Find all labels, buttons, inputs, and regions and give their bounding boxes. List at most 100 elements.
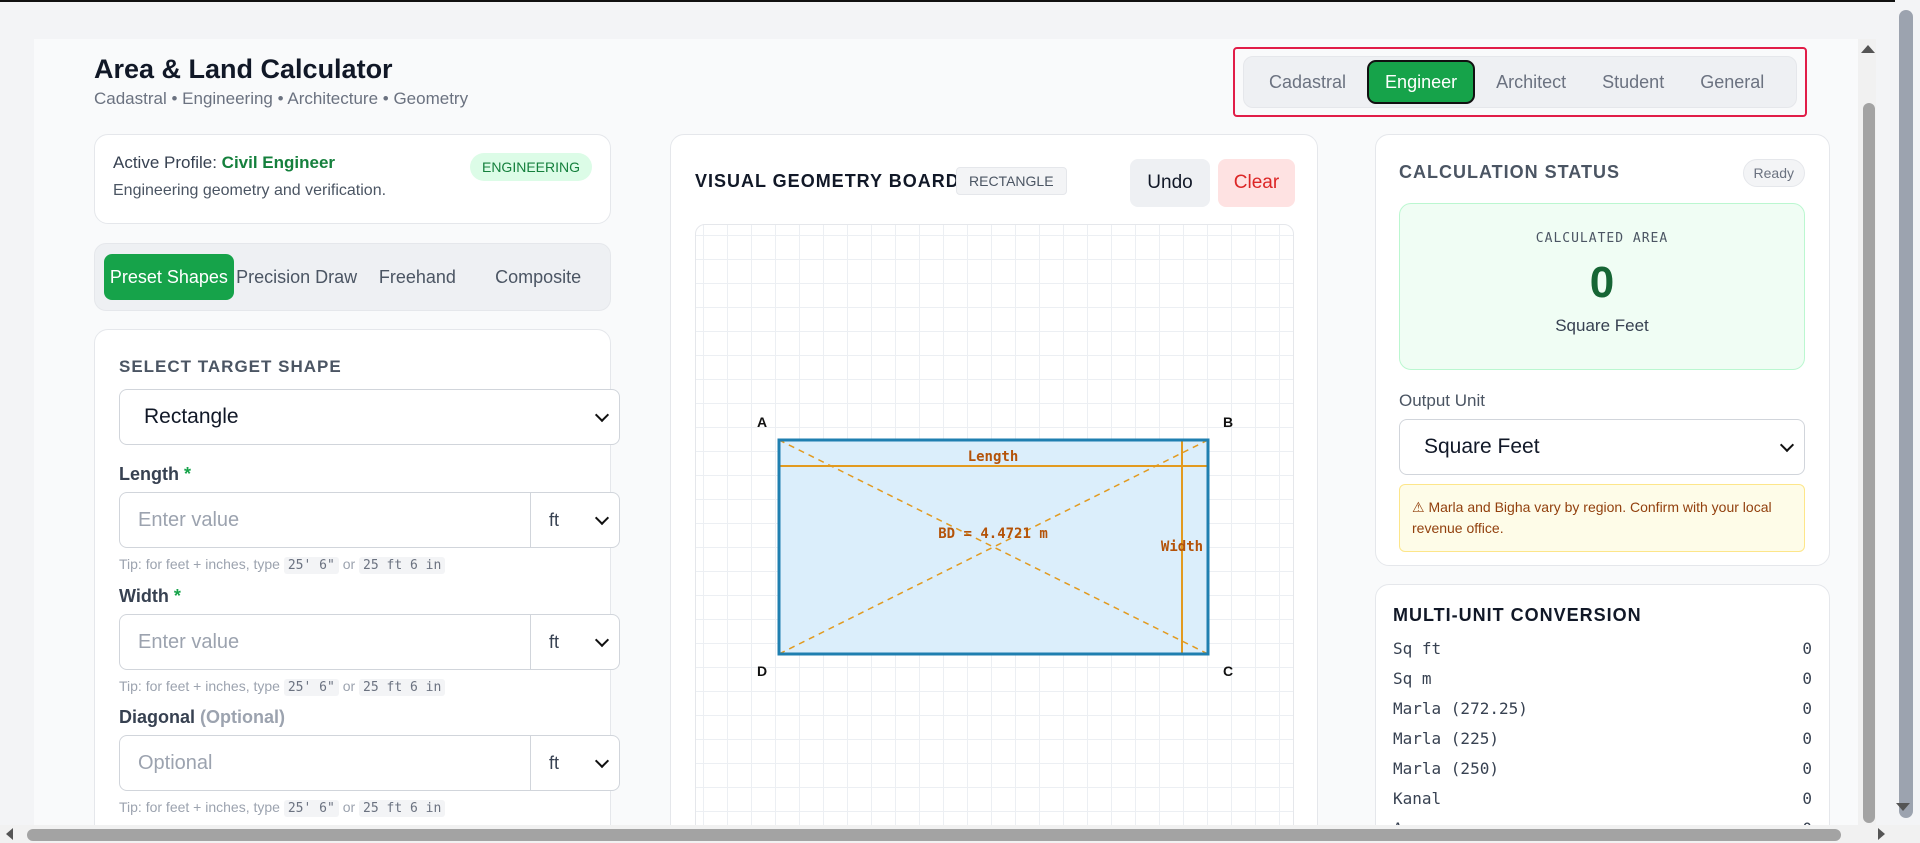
tip-or: or [342,556,356,572]
conversion-unit: Kanal [1393,788,1442,808]
page-subtitle: Cadastral • Engineering • Architecture •… [94,89,469,108]
chevron-down-icon [1779,437,1795,453]
tab-precision-draw[interactable]: Precision Draw [234,254,360,300]
select-shape-title: SELECT TARGET SHAPE [119,357,342,376]
length-tip: Tip: for feet + inches, type 25' 6" or 2… [119,556,446,574]
tip-example-feet-inches: 25' 6" [283,800,339,817]
tip-or: or [342,678,356,694]
undo-button[interactable]: Undo [1130,159,1210,207]
width-label-text: Width [119,586,169,606]
profile-tab-general[interactable]: General [1685,60,1779,104]
length-unit-select[interactable]: ft [531,493,619,547]
profile-tabs: Cadastral Engineer Architect Student Gen… [1243,56,1797,108]
length-field-row: Enter value ft [119,492,620,548]
profile-tab-architect[interactable]: Architect [1481,60,1581,104]
diagonal-field-row: Optional ft [119,735,620,791]
tip-example-ft-in: 25 ft 6 in [359,679,446,696]
active-profile-card: Active Profile: Civil Engineer Engineeri… [94,134,611,224]
window-scrollbar-thumb[interactable] [1899,10,1913,818]
output-unit-label: Output Unit [1399,391,1485,410]
width-label: Width * [119,586,181,607]
active-profile-name: Civil Engineer [221,153,336,172]
chevron-down-icon [594,407,610,423]
required-marker: * [184,464,192,484]
tip-example-feet-inches: 25' 6" [283,557,339,574]
geometry-canvas[interactable]: Length Width BD = 4.4721 m A B C D [695,224,1294,828]
page-vertical-scrollbar-thumb[interactable] [1863,103,1875,823]
status-badge: Ready [1742,159,1805,187]
length-unit-value: ft [549,509,560,530]
conversion-value: 0 [1802,638,1812,658]
shape-select-value: Rectangle [144,405,239,428]
tip-text: Tip: for feet + inches, type [119,678,280,694]
shape-type-tag: RECTANGLE [956,167,1067,195]
calculated-area-label: CALCULATED AREA [1535,231,1669,246]
calculation-status-card: CALCULATION STATUS Ready CALCULATED AREA… [1375,134,1830,566]
width-dim-label: Width [1161,539,1203,555]
conversion-row: Marla (272.25) 0 [1393,693,1812,723]
tab-freehand[interactable]: Freehand [359,254,475,300]
tip-text: Tip: for feet + inches, type [119,556,280,572]
clear-button[interactable]: Clear [1218,159,1295,207]
conversion-value: 0 [1802,788,1812,808]
width-field-row: Enter value ft [119,614,620,670]
conversion-list: Sq ft 0 Sq m 0 Marla (272.25) 0 Marla (225)… [1393,633,1812,829]
length-input[interactable]: Enter value [120,493,531,547]
diagonal-dim-label: BD = 4.4721 m [938,526,1048,542]
input-mode-tabs: Preset Shapes Precision Draw Freehand Co… [94,243,611,311]
conversion-unit: Sq ft [1393,638,1442,658]
conversion-title: MULTI-UNIT CONVERSION [1393,605,1642,625]
calculation-status-title: CALCULATION STATUS [1399,162,1620,182]
diagonal-label-text: Diagonal [119,707,196,727]
vertex-b-label: B [1223,414,1233,430]
output-unit-select[interactable]: Square Feet [1399,419,1805,475]
chevron-down-icon [594,753,610,769]
shape-select[interactable]: Rectangle [119,389,620,445]
width-unit-select[interactable]: ft [531,615,619,669]
tip-example-ft-in: 25 ft 6 in [359,557,446,574]
chevron-down-icon [594,510,610,526]
scroll-left-arrow-icon[interactable] [6,828,13,840]
conversion-value: 0 [1802,758,1812,778]
conversion-row: Kanal 0 [1393,783,1812,813]
scroll-right-arrow-icon[interactable] [1878,828,1885,840]
conversion-unit: Marla (250) [1393,758,1499,778]
active-profile-prefix: Active Profile: [113,153,217,172]
conversion-row: Sq ft 0 [1393,633,1812,663]
window-top-border [0,0,1895,2]
region-warning: ⚠ Marla and Bigha vary by region. Confir… [1399,484,1805,552]
width-input[interactable]: Enter value [120,615,531,669]
diagonal-unit-select[interactable]: ft [531,736,619,790]
vertex-d-label: D [757,663,767,679]
conversion-value: 0 [1802,728,1812,748]
active-profile-description: Engineering geometry and verification. [113,182,387,199]
tab-composite[interactable]: Composite [475,254,601,300]
conversion-unit: Marla (272.25) [1393,698,1528,718]
active-profile-line: Active Profile: Civil Engineer [113,153,335,173]
width-unit-value: ft [549,631,560,652]
geometry-svg: Length Width BD = 4.4721 m A B C D [757,414,1233,679]
conversion-row: Sq m 0 [1393,663,1812,693]
profile-tab-student[interactable]: Student [1587,60,1679,104]
tip-or: or [342,799,356,815]
diagonal-label: Diagonal (Optional) [119,707,285,728]
conversion-value: 0 [1802,668,1812,688]
diagonal-unit-value: ft [549,752,560,773]
chevron-down-icon [594,632,610,648]
profile-tab-cadastral[interactable]: Cadastral [1254,60,1361,104]
optional-marker: (Optional) [200,707,286,727]
scroll-down-arrow-icon[interactable] [1896,803,1910,811]
required-marker: * [173,586,181,606]
length-label: Length * [119,464,191,485]
app-page: Area & Land Calculator Cadastral • Engin… [34,39,1876,828]
tab-preset-shapes[interactable]: Preset Shapes [104,254,234,300]
vertex-c-label: C [1223,663,1233,679]
profile-tab-engineer[interactable]: Engineer [1367,60,1476,104]
tip-text: Tip: for feet + inches, type [119,799,280,815]
conversion-value: 0 [1802,698,1812,718]
calculated-area-value: 0 [1589,258,1615,307]
horizontal-scrollbar-thumb[interactable] [27,829,1841,841]
diagonal-input[interactable]: Optional [120,736,531,790]
scroll-up-arrow-icon[interactable] [1861,45,1875,53]
board-title: VISUAL GEOMETRY BOARD [695,171,960,191]
